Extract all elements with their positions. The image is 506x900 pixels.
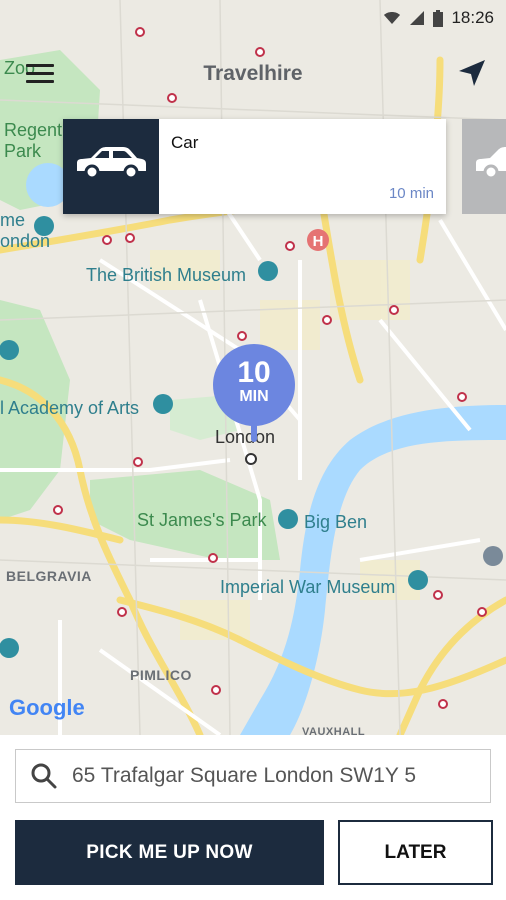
google-logo: Google	[9, 695, 85, 721]
map-label-academy: l Academy of Arts	[0, 398, 140, 418]
navigation-arrow-icon[interactable]	[456, 57, 488, 89]
pickup-address-value: 65 Trafalgar Square London SW1Y 5	[72, 764, 417, 787]
map-label-regent-park: Regent	[4, 120, 63, 140]
vehicle-name: Car	[171, 133, 199, 152]
map-label-belgravia: BELGRAVIA	[6, 568, 92, 584]
map-label-imperial-war-museum: Imperial War Museum	[220, 577, 396, 597]
map-label-british-museum: The British Museum	[86, 265, 247, 285]
map-label-vauxhall: VAUXHALL	[302, 726, 366, 735]
booking-panel: 65 Trafalgar Square London SW1Y 5 PICK M…	[0, 735, 506, 900]
car-icon	[77, 147, 146, 180]
map-label-regent-park-2: Park	[4, 141, 42, 161]
map-label-big-ben: Big Ben	[304, 512, 368, 532]
svg-text:H: H	[313, 233, 324, 250]
map-view[interactable]: H Zoo Regent Park me ondon The British M…	[0, 0, 506, 735]
map-label-pimlico: PIMLICO	[130, 667, 192, 683]
map-label-london: London	[215, 427, 276, 447]
eta-pin-value: 10	[237, 356, 271, 389]
wifi-icon	[384, 12, 401, 24]
google-logo-text: Google	[9, 695, 85, 720]
battery-icon	[433, 9, 444, 27]
eta-pin-stem	[251, 420, 257, 442]
car-icon-next	[476, 147, 506, 180]
pick-me-up-now-button[interactable]: PICK ME UP NOW	[15, 820, 324, 885]
signal-icon	[410, 11, 425, 25]
later-button[interactable]: LATER	[338, 820, 493, 885]
eta-pin-unit: MIN	[239, 388, 269, 405]
vehicle-thumbnail	[63, 119, 159, 214]
eta-pin[interactable]: 10 MIN	[213, 344, 295, 426]
vehicle-option-car[interactable]: Car 10 min	[63, 119, 446, 214]
vehicle-eta: 10 min	[388, 185, 434, 202]
status-bar: 18:26	[0, 0, 506, 36]
pickup-search-field[interactable]: 65 Trafalgar Square London SW1Y 5	[15, 749, 491, 803]
search-icon	[31, 763, 57, 789]
map-label-st-james-park: St James's Park	[137, 510, 267, 530]
app-title: Travelhire	[203, 62, 303, 85]
map-label-home-2: ondon	[0, 231, 51, 251]
status-time: 18:26	[451, 8, 494, 27]
vehicle-option-next[interactable]	[462, 119, 506, 214]
map-label-home: me	[0, 210, 26, 230]
